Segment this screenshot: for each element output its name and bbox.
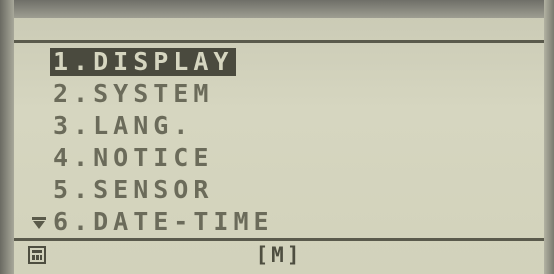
scroll-down-arrow-icon [32,217,46,229]
mode-indicator: [M] [255,243,303,267]
screen-bezel-top [0,0,554,18]
settings-menu: 1.DISPLAY 2.SYSTEM 3.LANG. 4.NOTICE 5.SE… [18,46,538,238]
screen-bezel-left [0,0,14,274]
bottom-divider [14,238,544,241]
menu-item-lang[interactable]: 3.LANG. [18,110,538,142]
menu-item-label: 5.SENSOR [53,175,214,204]
lcd-screen: 1.DISPLAY 2.SYSTEM 3.LANG. 4.NOTICE 5.SE… [0,0,554,274]
menu-item-label: 1.DISPLAY [50,48,237,76]
top-divider [14,40,544,43]
screen-bezel-right [544,0,554,274]
menu-item-display[interactable]: 1.DISPLAY [18,46,538,78]
menu-item-sensor[interactable]: 5.SENSOR [18,174,538,206]
menu-item-label: 6.DATE-TIME [53,207,274,236]
menu-item-label: 3.LANG. [53,111,194,140]
menu-item-label: 2.SYSTEM [53,79,214,108]
menu-item-system[interactable]: 2.SYSTEM [18,78,538,110]
menu-item-label: 4.NOTICE [53,143,214,172]
status-bar: [M] [14,242,544,268]
menu-item-notice[interactable]: 4.NOTICE [18,142,538,174]
menu-item-date-time[interactable]: 6.DATE-TIME [18,206,538,238]
